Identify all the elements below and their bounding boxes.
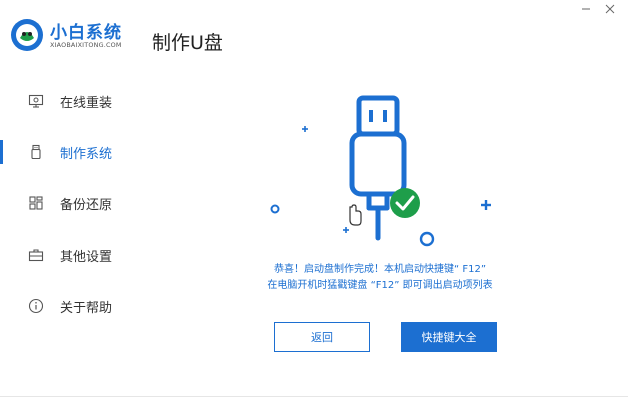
minimize-icon [582,8,590,10]
close-button[interactable] [602,2,618,16]
message-line-2: 在电脑开机时猛戳键盘 “F12” 即可调出启动项列表 [267,280,493,291]
close-icon [605,4,615,14]
success-check-icon [390,188,420,218]
usb-icon [28,144,44,160]
info-icon [28,298,44,314]
sidebar-item-online-reinstall[interactable]: 在线重装 [0,81,140,121]
app-logo: 小白系统 XIAOBAIXITONG.COM [10,16,140,56]
plus-decoration-icon [302,126,308,132]
sidebar-item-other-settings[interactable]: 其他设置 [0,235,140,275]
minimize-button[interactable] [578,2,594,16]
sidebar-item-label: 在线重装 [60,95,113,111]
usb-success-illustration [270,95,491,247]
back-button[interactable]: 返回 [274,322,370,352]
sidebar-item-backup-restore[interactable]: 备份还原 [0,183,140,223]
logo-icon [11,19,43,51]
app-subtitle: XIAOBAIXITONG.COM [50,41,122,49]
briefcase-icon [28,247,44,263]
plus-decoration-icon [481,200,491,210]
page-title: 制作U盘 [152,32,223,54]
monitor-icon [28,93,44,109]
ring-decoration-icon [419,231,435,247]
bottom-divider [0,396,628,397]
active-indicator [0,140,3,164]
app-window: 小白系统 XIAOBAIXITONG.COM 制作U盘 在线重装 制作系统 备份… [0,0,628,400]
sidebar-item-make-system[interactable]: 制作系统 [0,132,140,172]
sidebar-item-label: 其他设置 [60,249,113,265]
success-message: 恭喜！启动盘制作完成！本机启动快捷键“ F12” 在电脑开机时猛戳键盘 “F12… [180,262,580,294]
sidebar-nav: 在线重装 制作系统 备份还原 其他设置 关于帮助 [0,76,140,336]
sidebar-item-label: 关于帮助 [60,300,113,316]
message-line-1: 恭喜！启动盘制作完成！本机启动快捷键“ F12” [273,264,487,275]
hotkeys-button[interactable]: 快捷键大全 [401,322,497,352]
ring-decoration-icon [270,204,280,214]
app-name: 小白系统 [50,23,122,43]
hand-cursor-icon [349,204,362,226]
sidebar-item-label: 备份还原 [60,197,113,213]
plus-decoration-icon [343,227,349,233]
sidebar-item-about-help[interactable]: 关于帮助 [0,286,140,326]
grid-icon [28,195,44,211]
sidebar-item-label: 制作系统 [60,146,113,162]
